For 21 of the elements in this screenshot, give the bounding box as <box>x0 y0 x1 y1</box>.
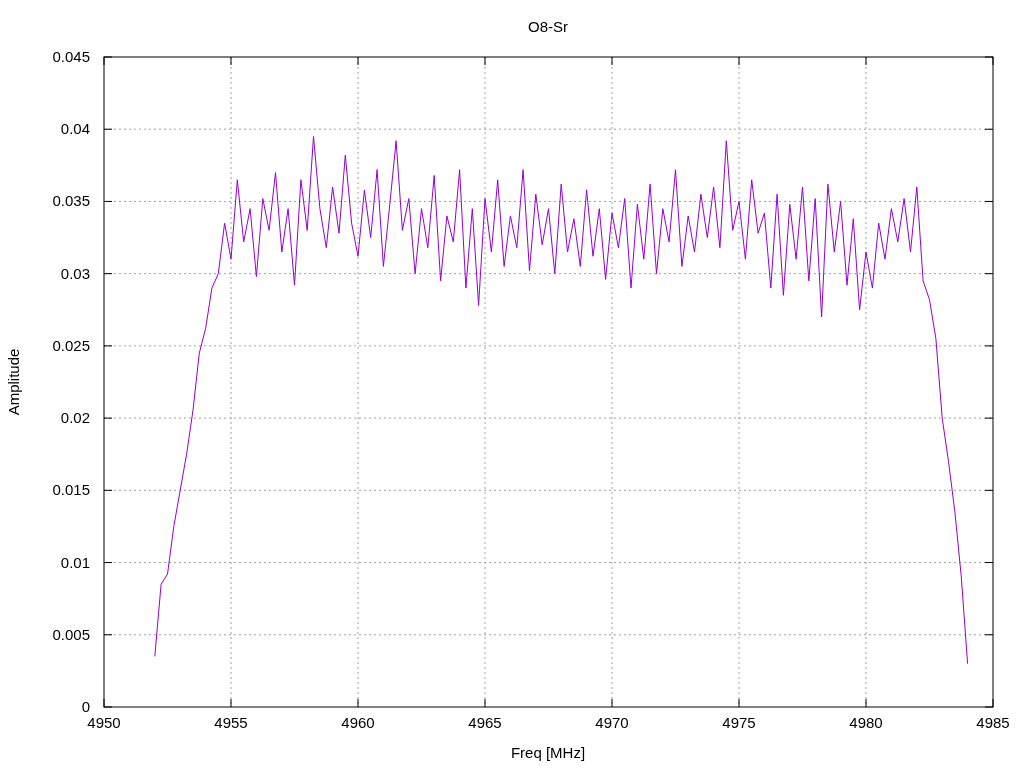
x-tick-label: 4965 <box>468 714 502 731</box>
y-tick-label: 0.035 <box>52 192 90 210</box>
y-axis-label: Amplitude <box>5 348 22 416</box>
y-tick-label: 0.02 <box>60 409 90 427</box>
y-tick-label: 0.025 <box>52 336 90 354</box>
x-tick-label: 4985 <box>976 714 1010 731</box>
x-tick-label: 4970 <box>595 714 629 731</box>
x-tick-label: 4950 <box>87 714 121 731</box>
x-tick-label: 4955 <box>214 714 248 731</box>
y-tick-label: 0.015 <box>52 481 90 499</box>
x-axis-label: Freq [MHz] <box>510 744 586 761</box>
y-tick-label: 0.04 <box>60 120 90 138</box>
y-tick-label: 0.03 <box>60 264 90 282</box>
y-tick-label: 0.01 <box>60 553 90 571</box>
y-tick-label: 0.005 <box>52 625 90 643</box>
x-tick-label: 4980 <box>849 714 883 731</box>
y-tick-label: 0 <box>81 698 90 715</box>
x-tick-label: 4975 <box>722 714 756 731</box>
chart-title: O8-Sr <box>528 18 568 35</box>
y-tick-label: 0.045 <box>52 48 90 65</box>
x-tick-label: 4960 <box>341 714 375 731</box>
